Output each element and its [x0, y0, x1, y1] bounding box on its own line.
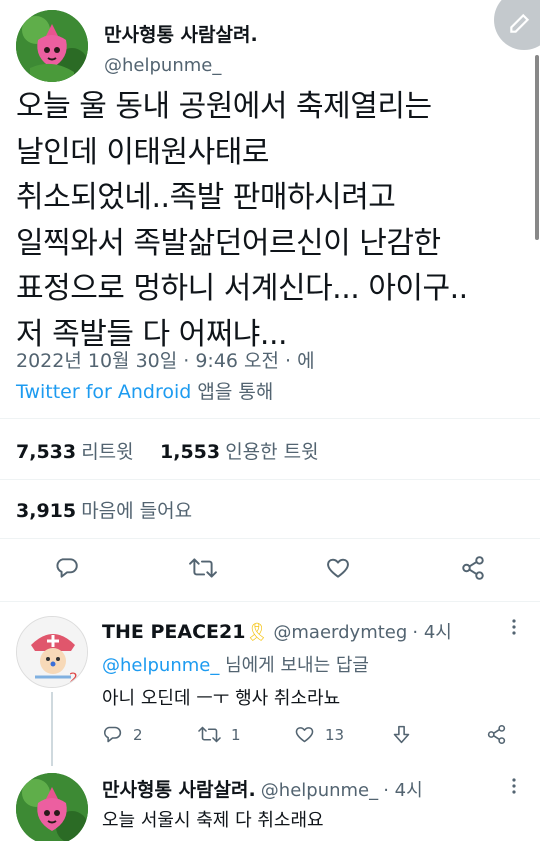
divider — [0, 601, 540, 602]
retweet-button[interactable] — [189, 555, 217, 581]
reply-1-more-button[interactable] — [510, 618, 518, 638]
divider — [0, 538, 540, 539]
tweet-text-line: 날인데 이태원사태로 — [16, 134, 269, 170]
retweets-stat[interactable]: 7,533 리트윗 — [16, 437, 134, 464]
reply-2-display-name[interactable]: 만사형통 사람살려. — [102, 779, 256, 801]
like-button[interactable] — [325, 555, 351, 581]
retweet-icon — [189, 558, 217, 578]
replying-to-suffix: 님에게 보내는 답글 — [219, 655, 369, 676]
reply-button[interactable] — [54, 555, 80, 581]
reply-2-time[interactable]: · 4시 — [383, 780, 422, 801]
like-icon — [295, 727, 314, 743]
reply-1-handle[interactable]: @maerdymteg — [273, 622, 407, 643]
likes-label: 마음에 들어요 — [81, 500, 193, 522]
likes-count: 3,915 — [16, 500, 77, 522]
divider — [0, 479, 540, 480]
quotes-label: 인용한 트윗 — [225, 441, 319, 463]
author-display-name[interactable]: 만사형통 사람살려. — [104, 20, 258, 47]
author-handle[interactable]: @helpunme_ — [104, 55, 221, 76]
tweet-text-line: 오늘 울 동내 공원에서 축제열리는 — [16, 89, 432, 124]
avatar-image: 2 — [17, 617, 87, 687]
retweet-icon — [198, 726, 221, 743]
reply-icon — [103, 726, 122, 743]
tweet-text-line: 취소되었네..족발 판매하시려고 — [16, 180, 396, 215]
reply-1-avatar[interactable]: 2 — [16, 616, 88, 688]
reply-1-retweet-count: 1 — [231, 725, 241, 744]
reply-1-share-button[interactable] — [486, 724, 507, 749]
reply-2-handle[interactable]: @helpunme_ — [261, 780, 378, 801]
more-icon — [512, 619, 516, 635]
reply-1-like-count: 13 — [325, 725, 345, 744]
quotes-count: 1,553 — [160, 441, 221, 463]
reply-2-avatar[interactable] — [16, 773, 88, 841]
reply-1-header: THE PEACE21🎗 @maerdymteg · 4시 — [102, 618, 452, 644]
replying-to-link[interactable]: @helpunme_ — [102, 655, 219, 676]
reply-1-replying-to: @helpunme_ 님에게 보내는 답글 — [102, 651, 369, 677]
more-icon — [512, 778, 516, 794]
retweets-count: 7,533 — [16, 441, 77, 463]
reply-1-time[interactable]: · 4시 — [412, 622, 451, 643]
like-icon — [327, 558, 349, 578]
divider — [0, 418, 540, 419]
tweet-text: 오늘 울 동내 공원에서 축제열리는 날인데 이태원사태로 취소되었네..족발 … — [16, 84, 536, 357]
reply-1-text: 아니 오딘데 ㅡㅜ 행사 취소라뇨 — [102, 688, 341, 709]
svg-text:2: 2 — [69, 671, 78, 687]
reply-1-reply-button[interactable]: 2 — [102, 724, 143, 745]
downvote-arrow-icon — [393, 725, 410, 744]
source-suffix: 앱을 통해 — [191, 381, 274, 403]
share-icon — [462, 556, 484, 580]
share-button[interactable] — [460, 555, 486, 581]
reply-1-reply-count: 2 — [133, 725, 143, 744]
thread-connector — [51, 692, 53, 766]
tweet-source: Twitter for Android 앱을 통해 — [16, 377, 273, 404]
reply-1-downvote-button[interactable] — [391, 724, 412, 749]
compose-button[interactable] — [494, 0, 540, 50]
avatar-image — [16, 10, 88, 82]
tweet-text-line: 표정으로 멍하니 서계신다... 아이구.. — [16, 271, 468, 306]
scrollbar[interactable] — [535, 55, 539, 240]
tweet-text-line: 일찍와서 족발삶던어르신이 난감한 — [16, 225, 441, 261]
author-avatar[interactable] — [16, 10, 88, 82]
quotes-stat[interactable]: 1,553 인용한 트윗 — [160, 437, 319, 464]
source-link[interactable]: Twitter for Android — [16, 381, 191, 403]
reply-2-text: 오늘 서울시 축제 다 취소래요 — [102, 810, 324, 831]
reply-1-like-button[interactable]: 13 — [294, 724, 344, 745]
avatar-image — [16, 773, 88, 841]
reply-1-display-name[interactable]: THE PEACE21 — [102, 621, 245, 643]
retweets-label: 리트윗 — [81, 441, 134, 463]
likes-stat[interactable]: 3,915 마음에 들어요 — [16, 496, 192, 523]
reply-2-header: 만사형통 사람살려. @helpunme_ · 4시 — [102, 775, 423, 802]
share-icon — [487, 724, 506, 745]
pencil-icon — [510, 13, 530, 33]
reply-icon — [56, 558, 78, 578]
reply-2-more-button[interactable] — [510, 777, 518, 797]
ribbon-icon: 🎗 — [245, 622, 269, 643]
tweet-timestamp[interactable]: 2022년 10월 30일 · 9:46 오전 · 에 — [16, 346, 315, 373]
reply-1-retweet-button[interactable]: 1 — [198, 724, 241, 745]
